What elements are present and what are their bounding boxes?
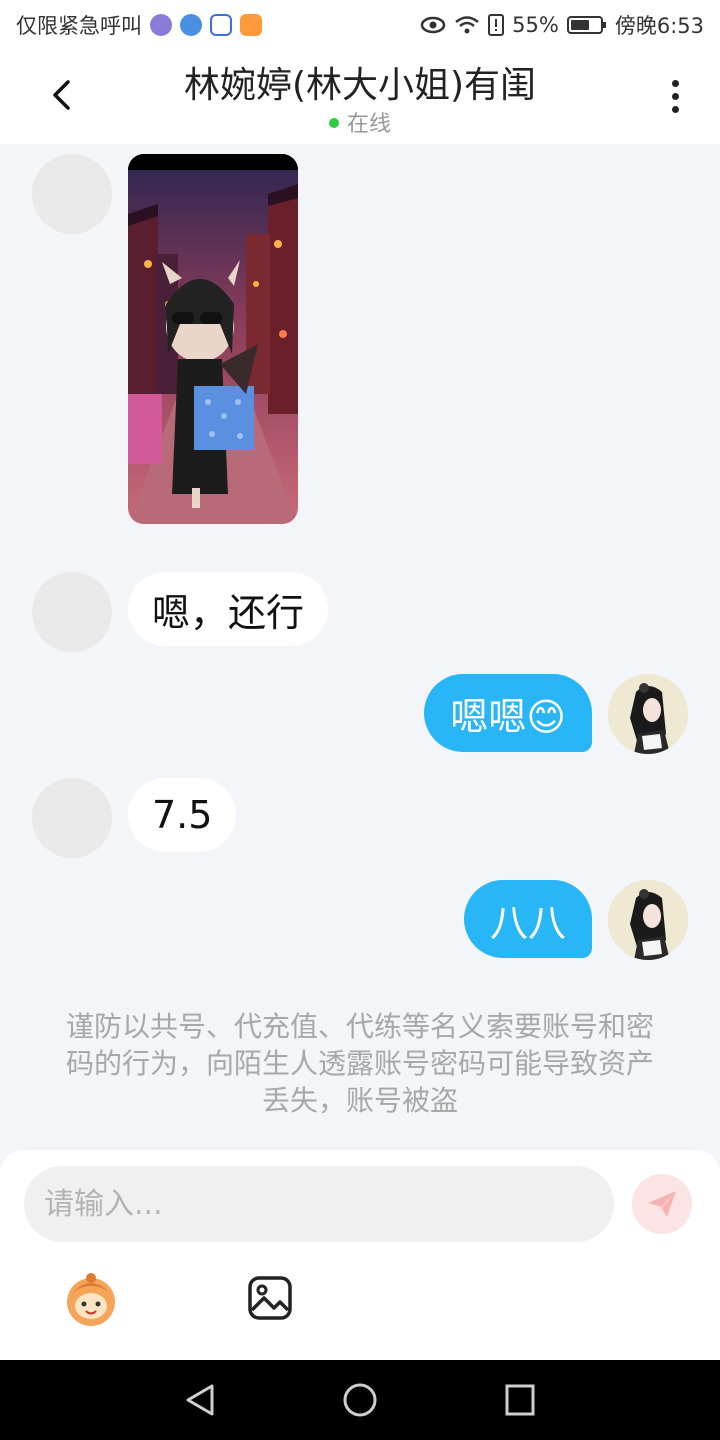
message-text: 嗯嗯😊 bbox=[450, 694, 566, 739]
send-icon bbox=[648, 1191, 676, 1217]
peer-avatar[interactable] bbox=[32, 572, 112, 652]
message-composer bbox=[0, 1150, 720, 1360]
emoji-sticker-icon[interactable] bbox=[60, 1268, 122, 1330]
message-input[interactable] bbox=[24, 1166, 614, 1242]
status-bar: 仅限紧急呼叫 55% 傍晚6:53 bbox=[0, 0, 720, 50]
status-left: 仅限紧急呼叫 bbox=[16, 10, 262, 40]
online-dot bbox=[328, 118, 339, 128]
my-avatar[interactable] bbox=[608, 880, 688, 960]
nav-back-icon[interactable] bbox=[182, 1382, 218, 1418]
more-dot bbox=[671, 106, 679, 113]
message-text: 7.5 bbox=[152, 793, 213, 837]
online-status-label: 在线 bbox=[346, 112, 391, 137]
music-app-icon bbox=[150, 14, 172, 36]
chat-title: 林婉婷(林大小姐)有闺 bbox=[183, 65, 537, 106]
browser-app-icon bbox=[180, 14, 202, 36]
nav-home-icon[interactable] bbox=[342, 1382, 378, 1418]
more-options-button[interactable] bbox=[660, 76, 690, 118]
baidu-app-icon bbox=[210, 14, 232, 36]
more-dot bbox=[671, 80, 679, 87]
status-right: 55% 傍晚6:53 bbox=[420, 10, 704, 40]
system-nav-bar bbox=[0, 1360, 720, 1440]
message-text: 嗯，还行 bbox=[152, 590, 305, 635]
video-app-icon bbox=[240, 14, 262, 36]
security-notice: 谨防以共号、代充值、代练等名义索要账号和密码的行为，向陌生人透露账号密码可能导致… bbox=[65, 1010, 654, 1117]
game-character-image bbox=[128, 154, 298, 524]
eye-icon bbox=[420, 16, 446, 34]
battery-icon bbox=[566, 16, 606, 34]
peer-avatar[interactable] bbox=[32, 154, 112, 234]
incoming-message-bubble[interactable]: 嗯，还行 bbox=[128, 572, 329, 646]
my-avatar[interactable] bbox=[608, 674, 688, 754]
more-dot bbox=[671, 93, 679, 100]
online-status: 在线 bbox=[0, 106, 720, 138]
my-avatar-image bbox=[608, 880, 688, 960]
image-message[interactable] bbox=[128, 154, 298, 524]
chat-header: 林婉婷(林大小姐)有闺 在线 bbox=[0, 50, 720, 144]
image-picker-icon[interactable] bbox=[246, 1274, 294, 1322]
incoming-message-bubble[interactable]: 7.5 bbox=[128, 778, 237, 852]
message-text: 八八 bbox=[489, 900, 566, 945]
send-button[interactable] bbox=[632, 1174, 692, 1234]
outgoing-message-bubble[interactable]: 嗯嗯😊 bbox=[424, 674, 592, 752]
battery-percent: 55% bbox=[512, 13, 559, 37]
outgoing-message-bubble[interactable]: 八八 bbox=[463, 880, 592, 958]
clock: 傍晚6:53 bbox=[614, 14, 704, 38]
sim-icon bbox=[488, 14, 505, 36]
wifi-icon bbox=[455, 16, 479, 34]
carrier-text: 仅限紧急呼叫 bbox=[16, 14, 142, 38]
nav-recent-apps-icon[interactable] bbox=[504, 1382, 536, 1418]
peer-avatar[interactable] bbox=[32, 778, 112, 858]
my-avatar-image bbox=[608, 674, 688, 754]
